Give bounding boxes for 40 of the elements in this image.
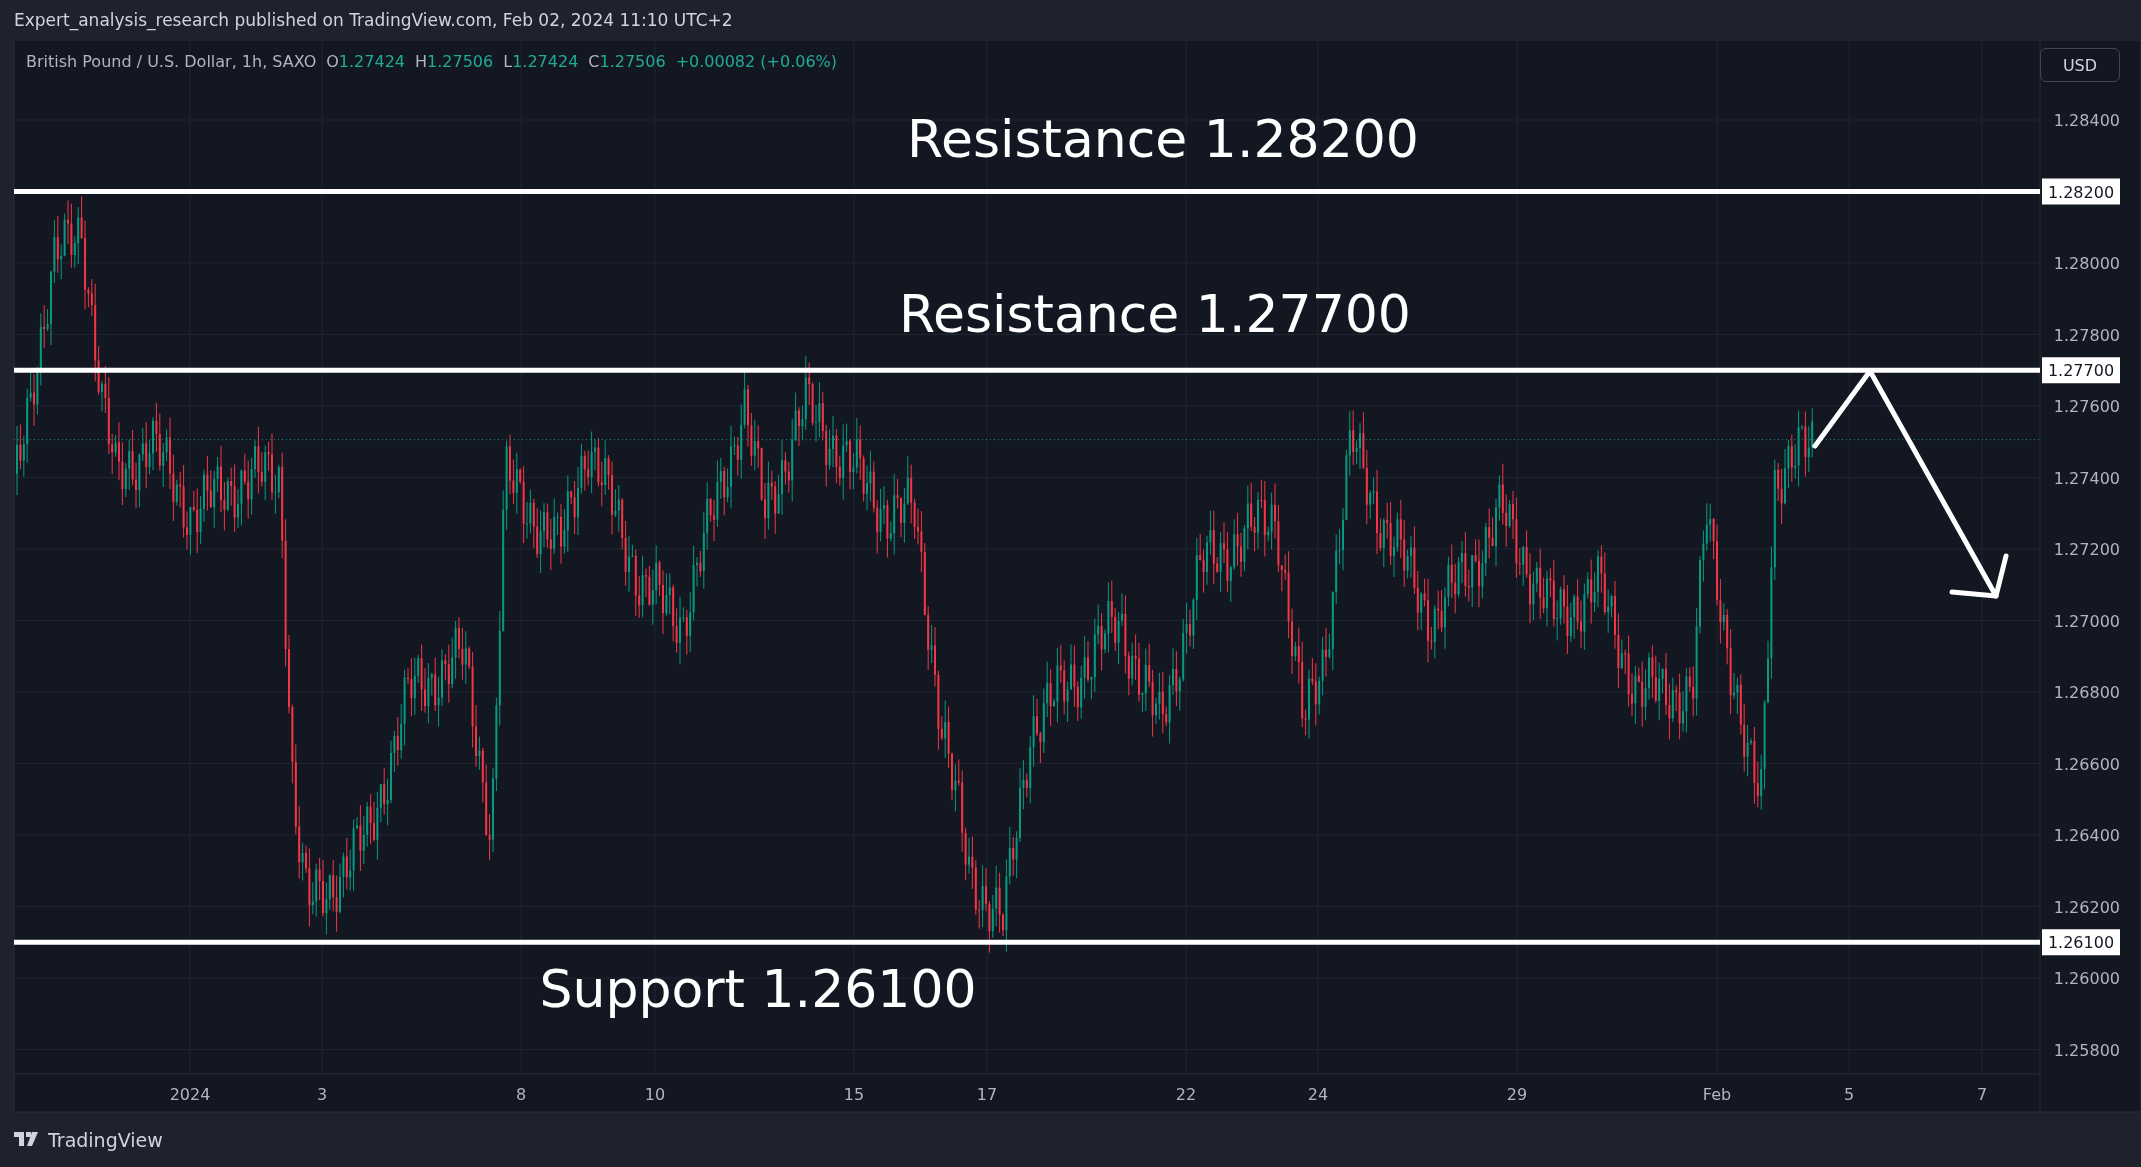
time-axis-label: 29 bbox=[1506, 1085, 1528, 1104]
price-axis-label: 1.27600 bbox=[2053, 397, 2120, 416]
time-axis-label: 8 bbox=[515, 1085, 527, 1104]
time-axis-label: 3 bbox=[316, 1085, 328, 1104]
price-axis-label: 1.26200 bbox=[2053, 897, 2120, 917]
time-axis-label: 5 bbox=[1843, 1085, 1855, 1104]
level-label: Support 1.26100 bbox=[539, 959, 977, 1019]
price-axis-label: 1.27200 bbox=[2053, 540, 2120, 559]
price-tag: 1.27700 bbox=[2042, 357, 2120, 384]
time-axis-label: 22 bbox=[1175, 1085, 1197, 1104]
price-axis-label: 1.27400 bbox=[2053, 468, 2120, 488]
price-axis-label: 1.25800 bbox=[2053, 1040, 2120, 1060]
time-axis-label: 24 bbox=[1307, 1085, 1329, 1104]
ohlc-value: O1.27424 bbox=[326, 52, 405, 71]
price-axis-label: 1.26400 bbox=[2053, 826, 2120, 845]
price-axis-label: 1.26000 bbox=[2053, 969, 2120, 988]
symbol-label: British Pound / U.S. Dollar, 1h, SAXO bbox=[26, 52, 317, 71]
price-axis-label: 1.27800 bbox=[2053, 325, 2120, 345]
level-label: Resistance 1.28200 bbox=[907, 109, 1419, 169]
brand-name: TradingView bbox=[48, 1129, 163, 1151]
price-axis-label: 1.26600 bbox=[2053, 754, 2120, 774]
ohlc-value: L1.27424 bbox=[503, 52, 579, 71]
time-axis-label: 10 bbox=[644, 1085, 666, 1104]
time-axis-label: 2024 bbox=[169, 1085, 211, 1104]
time-axis-label: 15 bbox=[843, 1085, 865, 1104]
time-axis-label: 17 bbox=[976, 1085, 998, 1104]
price-tag: 1.28200 bbox=[2042, 178, 2120, 205]
price-axis-label: 1.28000 bbox=[2053, 254, 2120, 273]
price-axis-label: 1.28400 bbox=[2053, 111, 2120, 130]
currency-button[interactable]: USD bbox=[2040, 48, 2120, 82]
price-axis-label: 1.27000 bbox=[2053, 611, 2120, 631]
time-axis-label: Feb bbox=[1702, 1085, 1732, 1104]
ohlc-value: C1.27506 bbox=[588, 52, 666, 71]
publication-title: Expert_analysis_research published on TradingView.com, Feb 02, 2024 11:10 UTC+2 bbox=[13, 9, 734, 33]
level-label: Resistance 1.27700 bbox=[899, 284, 1411, 344]
ohlc-value: H1.27506 bbox=[415, 52, 494, 71]
price-change: +0.00082 (+0.06%) bbox=[675, 52, 838, 71]
price-tag: 1.26100 bbox=[2042, 929, 2120, 956]
price-axis-label: 1.26800 bbox=[2053, 683, 2120, 702]
time-axis-label: 7 bbox=[1976, 1085, 1988, 1104]
